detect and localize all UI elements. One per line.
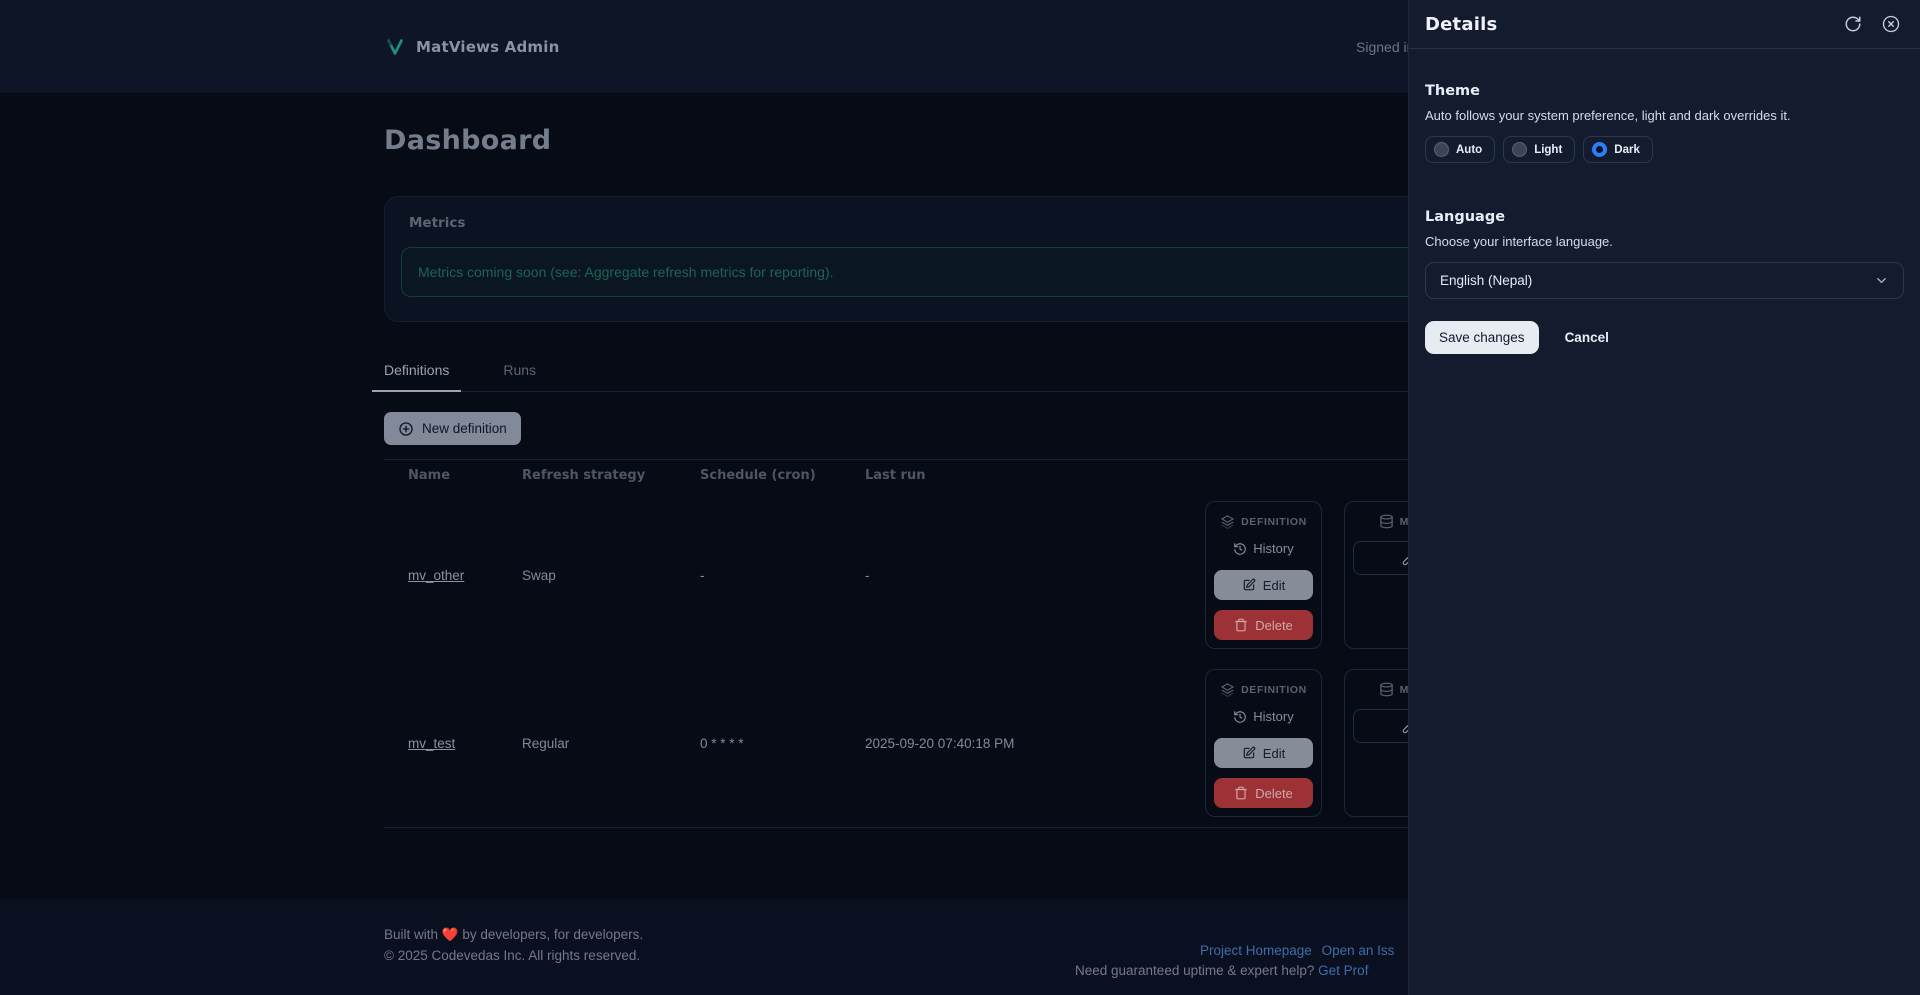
metrics-card-title: Metrics: [409, 215, 466, 231]
col-header-schedule: Schedule (cron): [700, 468, 816, 483]
table-row: mv_test Regular 0 * * * * 2025-09-20 07:…: [384, 659, 1536, 827]
language-description: Choose your interface language.: [1425, 234, 1613, 249]
brand[interactable]: MatViews Admin: [384, 36, 559, 58]
brand-name: MatViews Admin: [416, 37, 560, 56]
table-header-row: Name Refresh strategy Schedule (cron) La…: [384, 460, 1536, 491]
theme-option-light[interactable]: Light: [1503, 136, 1576, 163]
definition-card-head: DEFINITION: [1214, 514, 1313, 529]
refresh-button[interactable]: [1844, 15, 1862, 33]
col-header-lastrun: Last run: [865, 468, 926, 483]
theme-section: Theme Auto follows your system preferenc…: [1425, 83, 1904, 163]
new-definition-label: New definition: [422, 421, 507, 436]
trash-icon: [1235, 786, 1248, 800]
schedule-cell: 0 * * * *: [700, 735, 744, 751]
theme-options: Auto Light Dark: [1425, 136, 1904, 163]
refresh-strategy-cell: Swap: [522, 567, 556, 583]
radio-selected-icon: [1592, 142, 1608, 157]
definition-name-link[interactable]: mv_test: [408, 736, 455, 751]
theme-description: Auto follows your system preference, lig…: [1425, 108, 1791, 123]
metrics-card: Metrics Metrics coming soon (see: Aggreg…: [384, 196, 1536, 322]
close-drawer-button[interactable]: [1882, 15, 1900, 33]
delete-button[interactable]: Delete: [1214, 778, 1313, 808]
drawer-header: Details: [1409, 0, 1920, 49]
history-icon: [1234, 710, 1247, 723]
tab-bar: Definitions Runs: [372, 352, 1536, 392]
plus-circle-icon: [399, 421, 413, 436]
brand-logo-icon: [387, 38, 403, 55]
edit-pencil-icon: [1243, 578, 1256, 591]
history-button[interactable]: History: [1214, 709, 1313, 724]
drawer-title: Details: [1425, 13, 1498, 35]
new-definition-button[interactable]: New definition: [384, 412, 521, 445]
last-run-cell: -: [865, 567, 870, 583]
database-icon: [1379, 682, 1393, 697]
edit-pencil-icon: [1243, 746, 1256, 759]
close-circle-icon: [1882, 15, 1900, 33]
save-changes-button[interactable]: Save changes: [1425, 321, 1539, 354]
radio-icon: [1434, 142, 1449, 157]
language-select[interactable]: English (Nepal): [1425, 262, 1904, 299]
definition-actions-card: DEFINITION History Edit Delete: [1205, 501, 1322, 649]
app-page: MatViews Admin Signed in as sample-user@…: [0, 0, 1920, 995]
details-drawer: Details Theme Auto follows your system p…: [1408, 0, 1920, 995]
schedule-cell: -: [700, 567, 705, 583]
definition-name-link[interactable]: mv_other: [408, 568, 464, 583]
history-icon: [1234, 542, 1247, 555]
theme-option-auto[interactable]: Auto: [1425, 136, 1496, 163]
drawer-actions: Save changes Cancel: [1425, 321, 1904, 354]
history-button[interactable]: History: [1214, 541, 1313, 556]
theme-option-dark[interactable]: Dark: [1583, 136, 1653, 163]
refresh-strategy-cell: Regular: [522, 735, 570, 751]
definitions-table: Name Refresh strategy Schedule (cron) La…: [384, 459, 1536, 828]
language-select-value: English (Nepal): [1440, 273, 1533, 288]
col-header-strategy: Refresh strategy: [522, 468, 646, 483]
radio-icon: [1512, 142, 1528, 157]
refresh-icon: [1845, 16, 1861, 32]
support-text: Need guaranteed uptime & expert help?: [1075, 963, 1319, 978]
layers-icon: [1221, 515, 1234, 529]
language-section: Language Choose your interface language.…: [1425, 209, 1904, 299]
theme-title: Theme: [1425, 83, 1480, 99]
delete-button[interactable]: Delete: [1214, 610, 1313, 640]
open-issue-link[interactable]: Open an Iss: [1322, 943, 1395, 958]
edit-button[interactable]: Edit: [1214, 570, 1313, 600]
last-run-cell: 2025-09-20 07:40:18 PM: [865, 735, 1015, 751]
table-row: mv_other Swap - - DEFINITION History Edi…: [384, 491, 1536, 659]
edit-button[interactable]: Edit: [1214, 738, 1313, 768]
chevron-down-icon: [1877, 278, 1886, 283]
col-header-name: Name: [408, 468, 451, 483]
tab-definitions[interactable]: Definitions: [372, 352, 462, 392]
project-homepage-link[interactable]: Project Homepage: [1200, 943, 1312, 958]
layers-icon: [1221, 683, 1234, 697]
trash-icon: [1235, 618, 1248, 632]
metrics-coming-soon-banner: Metrics coming soon (see: Aggregate refr…: [401, 247, 1519, 297]
cancel-button[interactable]: Cancel: [1565, 330, 1609, 345]
support-link[interactable]: Get Prof: [1318, 963, 1368, 978]
page-title: Dashboard: [384, 125, 552, 156]
language-title: Language: [1425, 209, 1506, 225]
tab-runs[interactable]: Runs: [491, 352, 548, 391]
definition-actions-card: DEFINITION History Edit Delete: [1205, 669, 1322, 817]
database-icon: [1379, 514, 1393, 529]
definition-card-head: DEFINITION: [1214, 682, 1313, 697]
